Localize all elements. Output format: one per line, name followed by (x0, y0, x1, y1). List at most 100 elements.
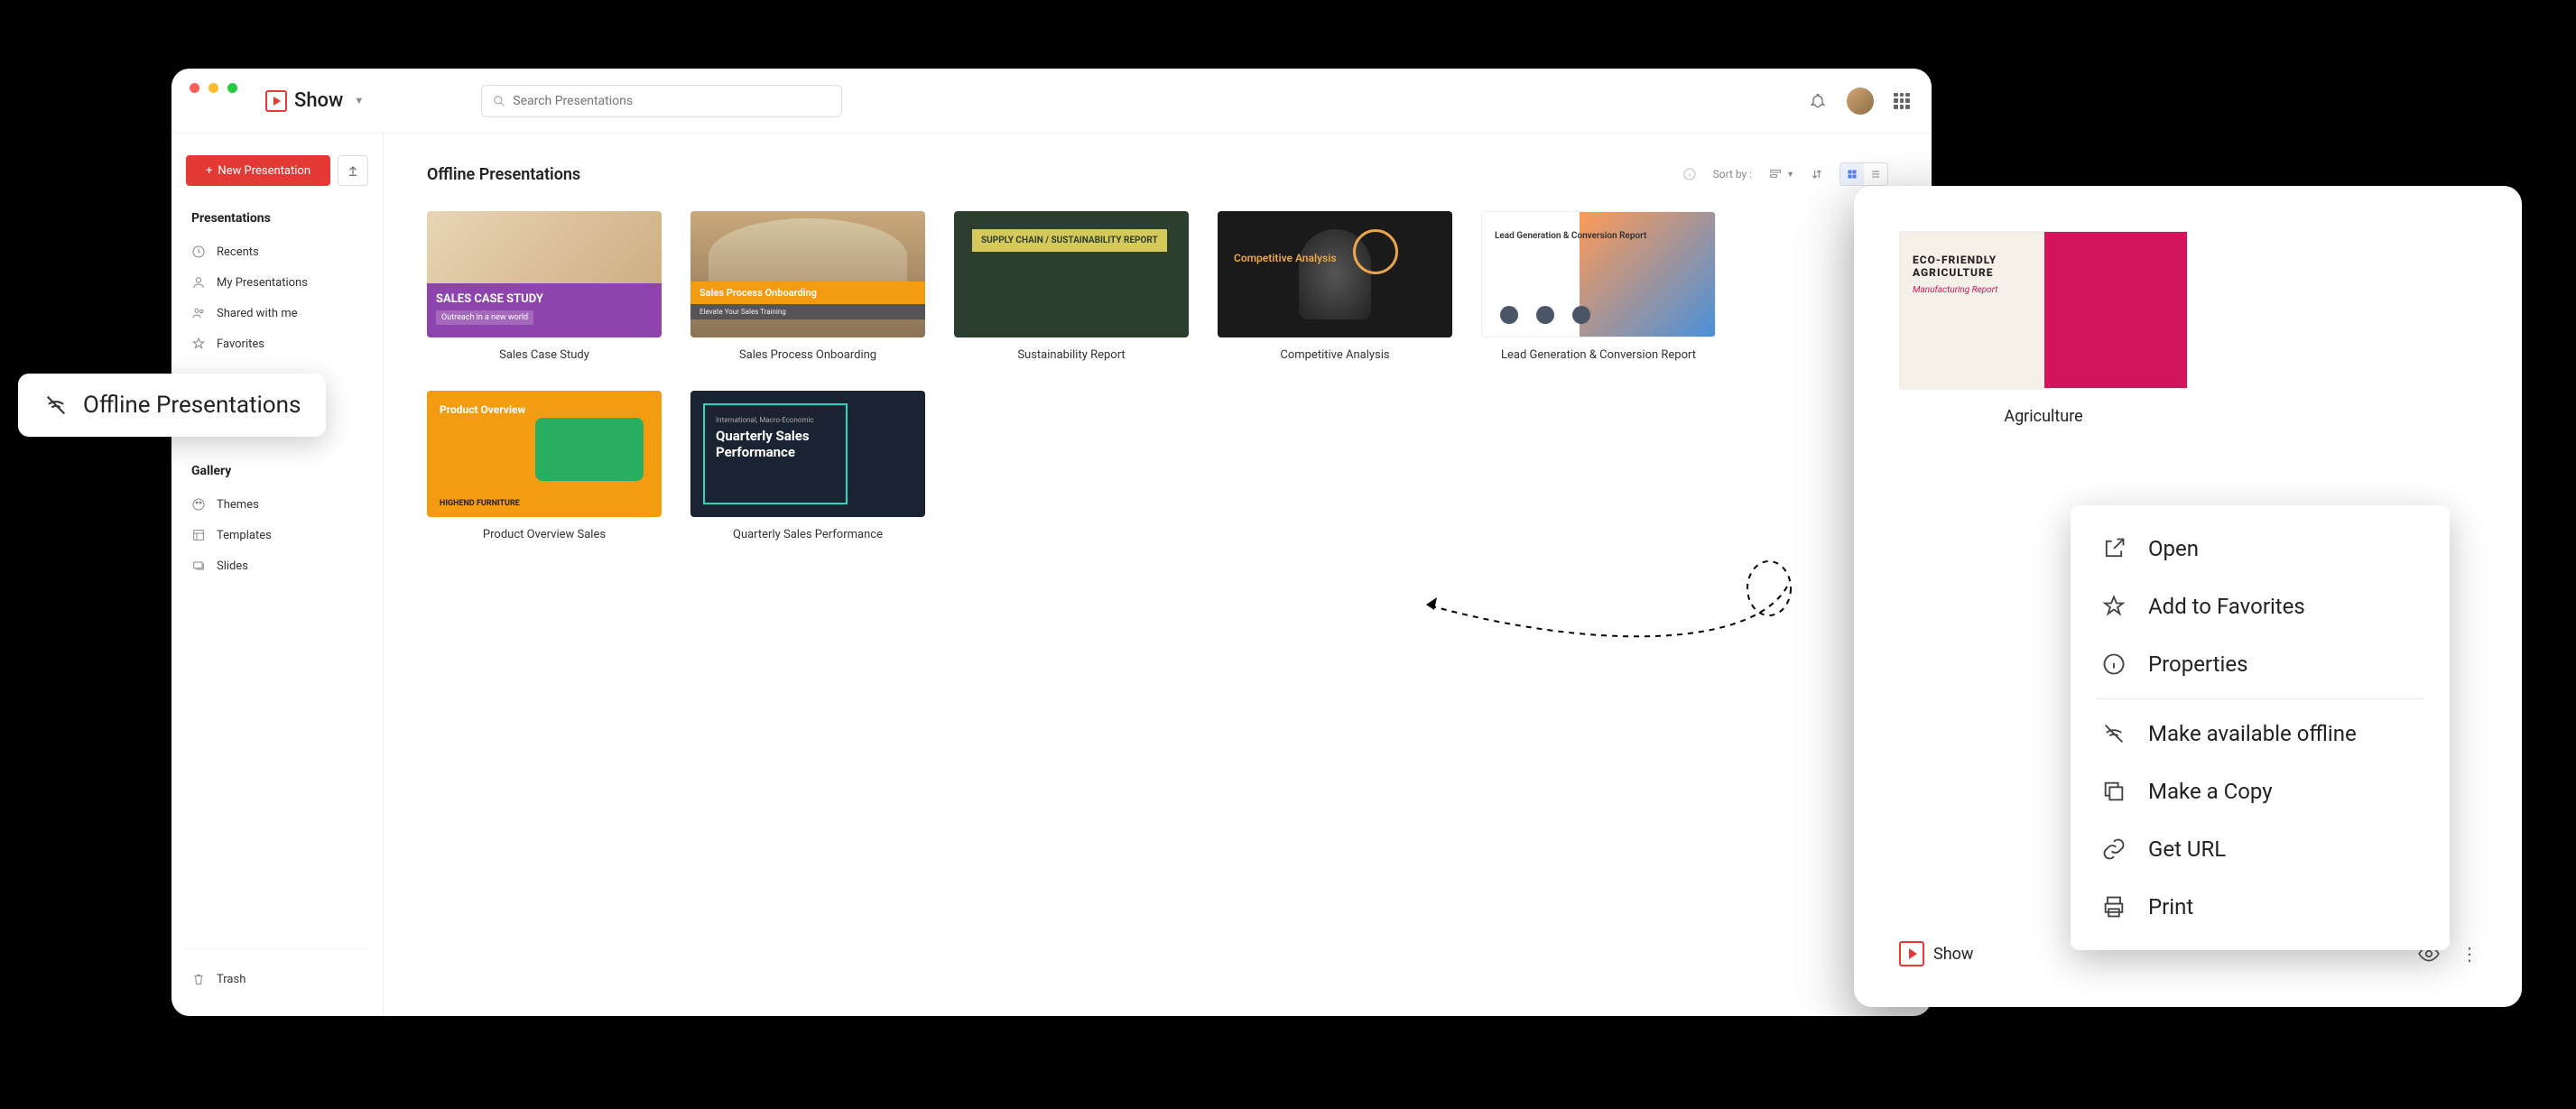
close-window-button[interactable] (190, 83, 199, 93)
list-view-button[interactable] (1864, 163, 1887, 185)
page-title: Offline Presentations (427, 165, 580, 184)
apps-grid-icon[interactable] (1894, 93, 1910, 109)
sidebar-item-trash[interactable]: Trash (186, 964, 368, 994)
menu-separator (2096, 698, 2424, 699)
minimize-window-button[interactable] (208, 83, 218, 93)
new-presentation-label: New Presentation (218, 164, 310, 178)
presentation-card[interactable]: Product Overview HIGHEND FURNITURE Produ… (427, 391, 662, 541)
more-options-icon[interactable]: ⋮ (2460, 943, 2477, 965)
presentation-card[interactable]: Lead Generation & Conversion Report Lead… (1481, 211, 1716, 362)
offline-presentations-callout[interactable]: Offline Presentations (18, 374, 326, 437)
presentation-title: Competitive Analysis (1218, 348, 1452, 362)
sidebar: + New Presentation Presentations Recents… (171, 134, 384, 1016)
upload-button[interactable] (338, 155, 368, 186)
sidebar-item-label: Trash (217, 973, 246, 986)
show-logo-icon (265, 90, 287, 112)
app-name: Show (294, 89, 343, 112)
presentation-card[interactable]: SUPPLY CHAIN / SUSTAINABILITY REPORT Sus… (954, 211, 1189, 362)
copy-icon (2101, 779, 2127, 804)
notifications-icon[interactable] (1809, 92, 1827, 110)
sidebar-item-label: Favorites (217, 337, 264, 351)
menu-item-label: Open (2148, 536, 2199, 561)
thumb-heading: Sales Process Onboarding (690, 282, 925, 304)
presentation-grid: SALES CASE STUDYOutreach in a new world … (427, 211, 1888, 541)
view-toggle (1839, 162, 1888, 186)
presentation-thumbnail: SUPPLY CHAIN / SUSTAINABILITY REPORT (954, 211, 1189, 337)
person-icon (191, 275, 206, 290)
sidebar-item-shared[interactable]: Shared with me (186, 298, 368, 328)
palette-icon (191, 497, 206, 512)
thumb-heading: Quarterly Sales Performance (716, 428, 835, 460)
popup-presentation-card[interactable]: ECO-FRIENDLY AGRICULTURE Manufacturing R… (1899, 231, 2188, 426)
app-brand-dropdown[interactable]: Show ▼ (265, 89, 364, 112)
menu-item-label: Add to Favorites (2148, 594, 2305, 619)
menu-item-label: Properties (2148, 652, 2247, 677)
info-icon[interactable] (1682, 167, 1697, 181)
presentation-title: Sales Process Onboarding (690, 348, 925, 362)
menu-item-copy[interactable]: Make a Copy (2071, 762, 2450, 820)
presentation-title: Product Overview Sales (427, 528, 662, 541)
sidebar-item-favorites[interactable]: Favorites (186, 328, 368, 359)
thumb-heading: SUPPLY CHAIN / SUSTAINABILITY REPORT (972, 229, 1167, 252)
popup-thumb-heading: ECO-FRIENDLY AGRICULTURE (1913, 254, 2030, 280)
callout-label: Offline Presentations (83, 392, 301, 419)
template-icon (191, 528, 206, 542)
top-right-controls (1809, 88, 1910, 115)
presentation-thumbnail: SALES CASE STUDYOutreach in a new world (427, 211, 662, 337)
sidebar-item-my-presentations[interactable]: My Presentations (186, 267, 368, 298)
menu-item-url[interactable]: Get URL (2071, 820, 2450, 878)
sort-direction-button[interactable] (1811, 168, 1823, 180)
plus-icon: + (206, 164, 212, 178)
sidebar-item-slides[interactable]: Slides (186, 550, 368, 581)
maximize-window-button[interactable] (227, 83, 237, 93)
clock-icon (191, 245, 206, 259)
offline-icon (2101, 721, 2127, 746)
star-icon (2101, 594, 2127, 619)
star-icon (191, 337, 206, 351)
menu-item-open[interactable]: Open (2071, 520, 2450, 578)
search-input[interactable] (513, 94, 830, 108)
presentations-section-title: Presentations (186, 211, 368, 226)
new-presentation-button[interactable]: + New Presentation (186, 155, 330, 186)
menu-item-label: Print (2148, 894, 2193, 920)
popup-card-title: Agriculture (1899, 407, 2188, 426)
menu-item-offline[interactable]: Make available offline (2071, 705, 2450, 762)
menu-item-label: Get URL (2148, 836, 2226, 862)
presentation-card[interactable]: International, Macro-Economic Quarterly … (690, 391, 925, 541)
sidebar-item-templates[interactable]: Templates (186, 520, 368, 550)
presentation-card[interactable]: Sales Process Onboarding Elevate Your Sa… (690, 211, 925, 362)
popup-thumb-swatch (2048, 245, 2079, 275)
user-avatar[interactable] (1847, 88, 1874, 115)
menu-item-label: Make available offline (2148, 721, 2357, 746)
sort-dropdown[interactable]: ▼ (1768, 167, 1794, 181)
popup-thumbnail: ECO-FRIENDLY AGRICULTURE Manufacturing R… (1899, 231, 2188, 389)
gallery-section-title: Gallery (186, 464, 368, 478)
presentation-thumbnail: Lead Generation & Conversion Report (1481, 211, 1716, 337)
presentation-title: Sales Case Study (427, 348, 662, 362)
menu-item-add-favorites[interactable]: Add to Favorites (2071, 578, 2450, 635)
context-menu: Open Add to Favorites Properties Make av… (2071, 505, 2450, 950)
open-icon (2101, 536, 2127, 561)
presentation-thumbnail: Competitive Analysis (1218, 211, 1452, 337)
presentation-card[interactable]: SALES CASE STUDYOutreach in a new world … (427, 211, 662, 362)
sidebar-item-themes[interactable]: Themes (186, 489, 368, 520)
thumb-heading: Competitive Analysis (1234, 252, 1336, 264)
sidebar-item-recents[interactable]: Recents (186, 236, 368, 267)
people-icon (191, 306, 206, 320)
presentation-thumbnail: Sales Process Onboarding Elevate Your Sa… (690, 211, 925, 337)
presentation-card[interactable]: Competitive Analysis Competitive Analysi… (1218, 211, 1452, 362)
menu-item-print[interactable]: Print (2071, 878, 2450, 936)
presentation-title: Sustainability Report (954, 348, 1189, 362)
thumb-heading: SALES CASE STUDY (436, 292, 653, 306)
presentation-title: Lead Generation & Conversion Report (1481, 348, 1716, 362)
popup-brand[interactable]: Show (1899, 941, 1973, 966)
thumb-small: International, Macro-Economic (716, 416, 835, 424)
menu-item-properties[interactable]: Properties (2071, 635, 2450, 693)
presentation-thumbnail: International, Macro-Economic Quarterly … (690, 391, 925, 517)
presentation-title: Quarterly Sales Performance (690, 528, 925, 541)
main-window: Show ▼ + New Presentation (171, 69, 1932, 1016)
grid-view-button[interactable] (1840, 163, 1864, 185)
show-logo-icon (1899, 941, 1924, 966)
search-box[interactable] (481, 85, 842, 117)
chevron-down-icon: ▼ (354, 95, 364, 106)
